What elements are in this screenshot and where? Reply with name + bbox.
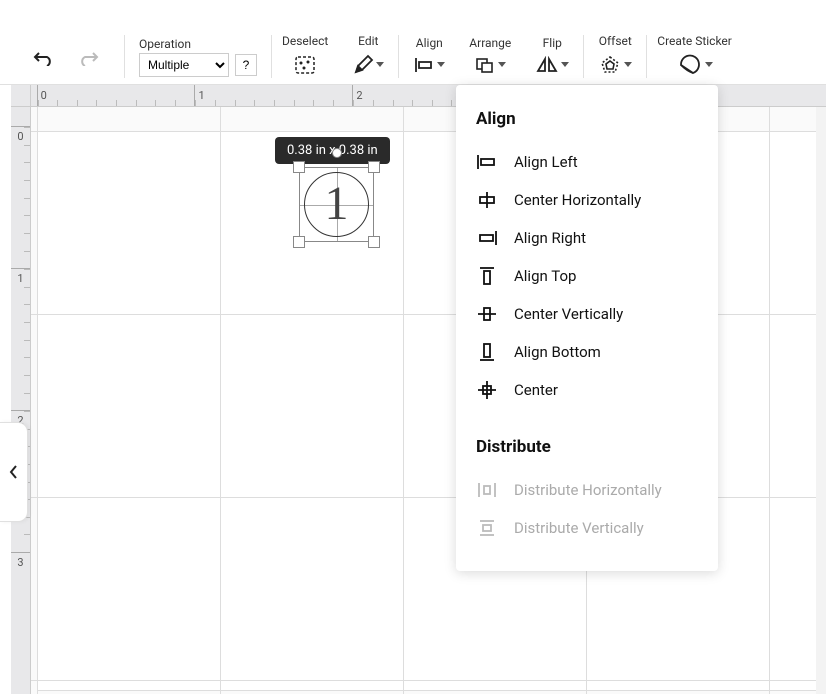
caret-icon bbox=[437, 62, 445, 67]
edit-label: Edit bbox=[358, 34, 378, 48]
caret-icon bbox=[561, 62, 569, 67]
history-group bbox=[0, 29, 124, 84]
operation-label: Operation bbox=[139, 37, 191, 51]
arrange-label: Arrange bbox=[469, 36, 511, 50]
resize-handle-tr[interactable] bbox=[368, 161, 380, 173]
operation-group: Operation Multiple ? bbox=[125, 29, 271, 84]
distribute-vertically-icon bbox=[476, 519, 498, 537]
vertical-scrollbar[interactable] bbox=[816, 85, 826, 694]
operation-select[interactable]: Multiple bbox=[139, 53, 229, 77]
toolbar: Operation Multiple ? Deselect Edit Align… bbox=[0, 29, 826, 85]
vertical-ruler[interactable]: 0 1 2 3 bbox=[11, 107, 31, 694]
distribute-horizontally-icon bbox=[476, 481, 498, 499]
undo-button[interactable] bbox=[26, 44, 58, 70]
flip-button[interactable] bbox=[531, 52, 573, 78]
align-dropdown-panel: Align Align Left Center Horizontally Ali… bbox=[456, 85, 718, 571]
align-button[interactable] bbox=[409, 52, 449, 78]
redo-button[interactable] bbox=[74, 44, 106, 70]
align-bottom-item[interactable]: Align Bottom bbox=[472, 333, 702, 371]
align-top-icon bbox=[476, 267, 498, 285]
create-sticker-group: Create Sticker bbox=[647, 29, 742, 84]
rotate-handle[interactable] bbox=[332, 148, 342, 158]
resize-handle-br[interactable] bbox=[368, 236, 380, 248]
arrange-group: Arrange bbox=[459, 29, 521, 84]
panel-collapse-tab[interactable] bbox=[0, 422, 28, 522]
align-group: Align bbox=[399, 29, 459, 84]
resize-handle-bl[interactable] bbox=[293, 236, 305, 248]
resize-handle-tl[interactable] bbox=[293, 161, 305, 173]
distribute-vertically-item: Distribute Vertically bbox=[472, 509, 702, 547]
edit-group: Edit bbox=[338, 29, 398, 84]
object-glyph: 1 bbox=[325, 176, 349, 231]
offset-button[interactable] bbox=[594, 50, 636, 80]
flip-group: Flip bbox=[521, 29, 583, 84]
caret-icon bbox=[498, 62, 506, 67]
caret-icon bbox=[624, 62, 632, 67]
center-horizontally-item[interactable]: Center Horizontally bbox=[472, 181, 702, 219]
offset-label: Offset bbox=[599, 34, 632, 48]
caret-icon bbox=[376, 62, 384, 67]
caret-icon bbox=[705, 62, 713, 67]
deselect-button[interactable] bbox=[289, 50, 321, 80]
align-left-item[interactable]: Align Left bbox=[472, 143, 702, 181]
ruler-corner bbox=[11, 85, 31, 107]
arrange-button[interactable] bbox=[470, 52, 510, 78]
align-bottom-icon bbox=[476, 343, 498, 361]
chevron-left-icon bbox=[9, 464, 19, 480]
distribute-horizontally-item: Distribute Horizontally bbox=[472, 471, 702, 509]
align-right-item[interactable]: Align Right bbox=[472, 219, 702, 257]
operation-help-button[interactable]: ? bbox=[235, 54, 257, 76]
align-left-icon bbox=[476, 153, 498, 171]
flip-label: Flip bbox=[543, 36, 562, 50]
align-right-icon bbox=[476, 229, 498, 247]
center-icon bbox=[476, 381, 498, 399]
center-item[interactable]: Center bbox=[472, 371, 702, 409]
center-vertically-icon bbox=[476, 305, 498, 323]
selection-box[interactable]: 1 bbox=[299, 167, 374, 242]
align-top-item[interactable]: Align Top bbox=[472, 257, 702, 295]
center-horizontally-icon bbox=[476, 191, 498, 209]
align-label: Align bbox=[416, 36, 443, 50]
create-sticker-button[interactable] bbox=[673, 50, 717, 80]
deselect-group: Deselect bbox=[272, 29, 338, 84]
create-sticker-label: Create Sticker bbox=[657, 34, 732, 48]
offset-group: Offset bbox=[584, 29, 646, 84]
center-vertically-item[interactable]: Center Vertically bbox=[472, 295, 702, 333]
align-section-title: Align bbox=[472, 109, 702, 129]
distribute-section-title: Distribute bbox=[472, 437, 702, 457]
deselect-label: Deselect bbox=[282, 34, 328, 48]
edit-button[interactable] bbox=[348, 50, 388, 80]
